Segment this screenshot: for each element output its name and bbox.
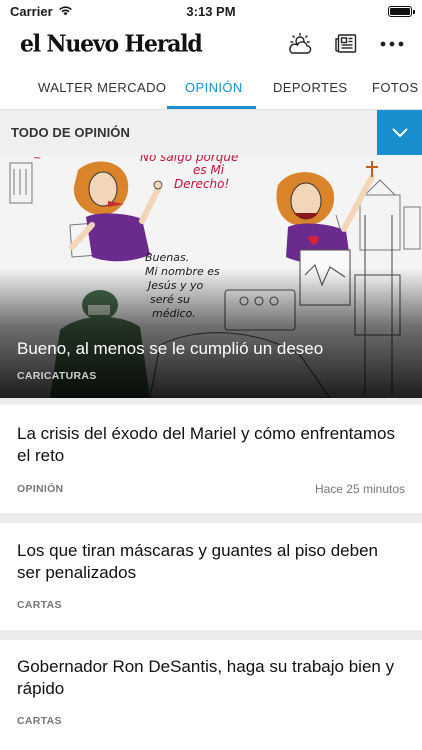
weather-icon[interactable] xyxy=(286,30,314,58)
app-logo[interactable]: el Nuevo Herald xyxy=(20,30,203,58)
tab-deportes[interactable]: DEPORTES xyxy=(273,66,347,109)
chevron-down-icon xyxy=(392,128,407,137)
carrier-label: Carrier xyxy=(10,3,53,19)
hero-headline[interactable]: Bueno, al menos se le cumplió un deseo xyxy=(17,338,405,360)
article-category: CARTAS xyxy=(17,715,62,727)
svg-text:es Mi: es Mi xyxy=(193,163,225,177)
article-title[interactable]: Gobernador Ron DeSantis, haga su trabajo… xyxy=(17,656,405,700)
svg-text:~: ~ xyxy=(33,155,41,164)
status-bar: Carrier 3:13 PM xyxy=(0,0,422,22)
hero-category: CARICATURAS xyxy=(17,370,97,382)
hero-card[interactable]: No salgo porque es Mi Derecho! ~ Buenas.… xyxy=(0,155,422,398)
article-title[interactable]: La crisis del éxodo del Mariel y cómo en… xyxy=(17,423,405,467)
status-left: Carrier xyxy=(10,4,73,19)
svg-text:Buenas.: Buenas. xyxy=(145,251,189,264)
section-dropdown-button[interactable] xyxy=(377,110,422,155)
app-header: el Nuevo Herald xyxy=(0,22,422,66)
section-tabs: 0 WALTER MERCADO OPINIÓN DEPORTES FOTOS … xyxy=(0,66,422,110)
newspaper-icon[interactable] xyxy=(332,30,360,58)
tab-opinion[interactable]: OPINIÓN xyxy=(185,66,243,109)
wifi-icon xyxy=(58,4,73,19)
section-header: TODO DE OPINIÓN xyxy=(0,110,422,155)
divider xyxy=(0,398,422,405)
article-item[interactable]: Gobernador Ron DeSantis, haga su trabajo… xyxy=(0,640,422,750)
article-item[interactable]: Los que tiran máscaras y guantes al piso… xyxy=(0,523,422,630)
battery-icon xyxy=(388,5,415,17)
header-icons xyxy=(286,30,406,58)
article-item[interactable]: La crisis del éxodo del Mariel y cómo en… xyxy=(0,405,422,513)
svg-text:Derecho!: Derecho! xyxy=(174,177,229,191)
divider xyxy=(0,513,422,523)
tab-fotos[interactable]: FOTOS D xyxy=(372,66,422,109)
tab-walter-mercado[interactable]: WALTER MERCADO xyxy=(38,66,166,109)
section-title: TODO DE OPINIÓN xyxy=(11,125,130,140)
article-category: OPINIÓN xyxy=(17,483,64,495)
divider xyxy=(0,630,422,640)
more-icon[interactable] xyxy=(378,30,406,58)
active-tab-indicator xyxy=(167,106,256,109)
article-title[interactable]: Los que tiran máscaras y guantes al piso… xyxy=(17,540,405,584)
article-timestamp: Hace 25 minutos xyxy=(314,482,405,496)
article-category: CARTAS xyxy=(17,599,62,611)
